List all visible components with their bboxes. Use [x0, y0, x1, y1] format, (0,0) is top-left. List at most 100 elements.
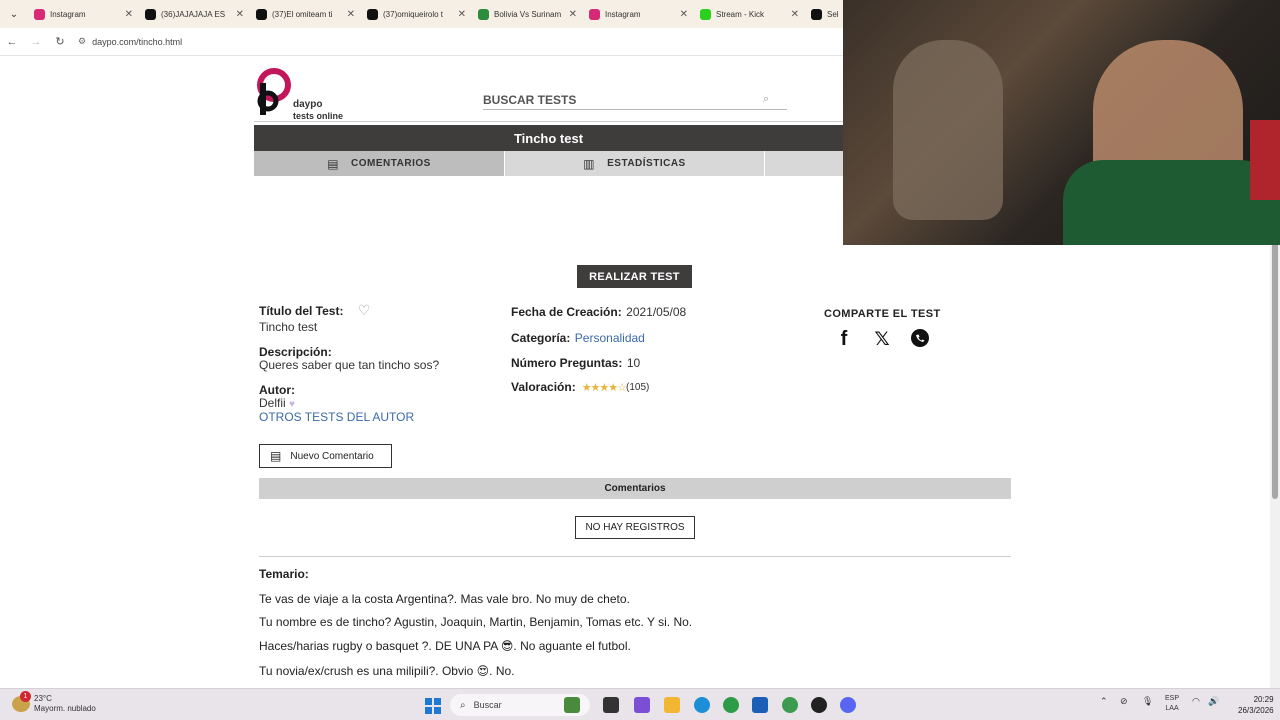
- taskbar-search-label: Buscar: [473, 700, 502, 710]
- close-tab-icon[interactable]: ✕: [791, 9, 799, 20]
- bar-chart-icon: ▥: [583, 156, 596, 171]
- weather-icon: 1: [12, 691, 31, 712]
- autor-label: Autor:: [259, 383, 295, 397]
- forward-arrow-icon[interactable]: →: [24, 36, 48, 48]
- terminal-icon[interactable]: [603, 697, 619, 713]
- clock[interactable]: 20:29 26/3/2026: [1238, 694, 1274, 716]
- language-indicator[interactable]: ESP LAA: [1165, 694, 1179, 714]
- daypo-logo[interactable]: daypo tests online: [257, 63, 377, 121]
- windows-start-icon[interactable]: [425, 698, 441, 714]
- page-title: Tincho test: [254, 125, 843, 151]
- titulo-value: Tincho test: [259, 320, 318, 334]
- edge-icon[interactable]: [694, 697, 710, 713]
- comment-icon: ▤: [327, 156, 340, 171]
- nuevo-comentario-button[interactable]: ▤ Nuevo Comentario: [259, 444, 392, 468]
- browser-tab[interactable]: Selec: [805, 0, 845, 28]
- reload-icon[interactable]: ↻: [48, 35, 72, 48]
- tab-favicon-icon: [256, 8, 267, 20]
- weather-widget[interactable]: 1 23°C Mayorm. nublado: [12, 691, 96, 714]
- tab-estadisticas[interactable]: ▥ ESTADÍSTICAS: [504, 151, 764, 176]
- browser-tab-label: Bolivia Vs Surinam: [494, 9, 562, 19]
- wifi-icon[interactable]: ◠: [1192, 696, 1200, 707]
- close-tab-icon[interactable]: ✕: [236, 9, 244, 20]
- browser-tab-label: Instagram: [605, 9, 641, 19]
- nuevo-comentario-label: Nuevo Comentario: [290, 450, 374, 462]
- tab-favicon-icon: [478, 8, 489, 20]
- whatsapp-glyph: [911, 329, 929, 347]
- weather-badge: 1: [20, 691, 31, 702]
- temario-question: Tu novia/ex/crush es una milipili?. Obvi…: [259, 664, 515, 678]
- browser-tab[interactable]: (37)El omiteam ti ✕: [250, 0, 361, 28]
- close-tab-icon[interactable]: ✕: [569, 9, 577, 20]
- file-explorer-icon[interactable]: [664, 697, 680, 713]
- tab-favicon-icon: [367, 8, 378, 20]
- tab-favicon-icon: [811, 8, 822, 20]
- no-registros-button[interactable]: NO HAY REGISTROS: [575, 516, 695, 539]
- otros-tests-link[interactable]: OTROS TESTS DEL AUTOR: [259, 410, 414, 424]
- comparte-label: COMPARTE EL TEST: [824, 308, 941, 320]
- back-arrow-icon[interactable]: ←: [0, 36, 24, 48]
- network-off-icon[interactable]: ⊘: [1120, 696, 1128, 707]
- titulo-label: Título del Test:: [259, 304, 344, 318]
- close-tab-icon[interactable]: ✕: [680, 9, 688, 20]
- browser-tab[interactable]: Instagram ✕: [583, 0, 694, 28]
- search-icon[interactable]: ⌕: [763, 93, 769, 106]
- autor-heart-icon: ♥: [289, 399, 295, 410]
- close-tab-icon[interactable]: ✕: [125, 9, 133, 20]
- browser-tab[interactable]: Bolivia Vs Surinam ✕: [472, 0, 583, 28]
- logo-text-daypo: daypo: [293, 99, 323, 110]
- url-text: daypo.com/tincho.html: [92, 36, 183, 47]
- preguntas-row: Número Preguntas: 10: [511, 354, 640, 372]
- x-twitter-icon[interactable]: 𝕏: [870, 328, 894, 351]
- valoracion-row: Valoración: ★★★★☆ (105): [511, 380, 649, 394]
- browser-tab[interactable]: Instagram ✕: [28, 0, 139, 28]
- fecha-row: Fecha de Creación: 2021/05/08: [511, 303, 686, 321]
- categoria-row: Categoría: Personalidad: [511, 329, 645, 347]
- heart-icon[interactable]: ♡: [358, 302, 371, 318]
- tab-estadisticas-label: ESTADÍSTICAS: [607, 158, 686, 169]
- volume-icon[interactable]: 🔊: [1208, 696, 1219, 707]
- widget-icon[interactable]: [564, 697, 580, 713]
- comment-icon: ▤: [270, 449, 282, 463]
- site-info-icon[interactable]: ⚙: [78, 36, 86, 47]
- facebook-icon[interactable]: f: [832, 328, 856, 351]
- browser-tab-label: (37)omiqueirolo t: [383, 9, 444, 19]
- webcam-overlay: [843, 0, 1280, 245]
- tab-more[interactable]: [764, 151, 843, 176]
- discord-icon[interactable]: [840, 697, 856, 713]
- close-tab-icon[interactable]: ✕: [347, 9, 355, 20]
- tab-favicon-icon: [34, 8, 45, 20]
- browser-tab[interactable]: Stream - Kick ✕: [694, 0, 805, 28]
- close-tab-icon[interactable]: ✕: [458, 9, 466, 20]
- tab-strip: Instagram ✕ (36)JAJAJAJA ES ✕ (37)El omiteam…: [28, 0, 845, 28]
- app-icon[interactable]: [811, 697, 827, 713]
- url-field[interactable]: ⚙ daypo.com/tincho.html: [78, 36, 182, 47]
- store-icon[interactable]: [752, 697, 768, 713]
- browser-tab[interactable]: (37)omiqueirolo t ✕: [361, 0, 472, 28]
- browser-tab-label: Stream - Kick: [716, 9, 765, 19]
- lang-secondary: LAA: [1165, 705, 1179, 712]
- weather-desc: Mayorm. nublado: [34, 704, 96, 713]
- webcam-person-left: [893, 40, 1003, 220]
- microphone-icon[interactable]: 🎙: [1142, 696, 1153, 707]
- browser-tab-label: Selec: [827, 9, 839, 19]
- clock-date: 26/3/2026: [1238, 706, 1274, 715]
- chrome-icon[interactable]: [723, 697, 739, 713]
- categoria-link[interactable]: Personalidad: [575, 331, 645, 345]
- webcam-shirt: [1063, 160, 1280, 245]
- temario-question: Te vas de viaje a la costa Argentina?. M…: [259, 592, 630, 606]
- descripcion-value: Queres saber que tan tincho sos?: [259, 358, 440, 372]
- browser-tab-label: (36)JAJAJAJA ES: [161, 9, 226, 19]
- realizar-test-button[interactable]: REALIZAR TEST: [577, 265, 692, 288]
- tab-search-chevron-icon[interactable]: ⌄: [0, 0, 28, 28]
- whatsapp-icon[interactable]: [908, 328, 932, 354]
- copilot-icon[interactable]: [634, 697, 650, 713]
- tab-comentarios[interactable]: ▤ COMENTARIOS: [254, 151, 504, 176]
- categoria-label: Categoría:: [511, 331, 571, 345]
- valoracion-label: Valoración:: [511, 380, 576, 394]
- browser-tab[interactable]: (36)JAJAJAJA ES ✕: [139, 0, 250, 28]
- weather-text: 23°C Mayorm. nublado: [34, 694, 96, 714]
- chevron-up-icon[interactable]: ⌃: [1100, 696, 1108, 707]
- chrome-profile-icon[interactable]: [782, 697, 798, 713]
- search-input[interactable]: [483, 92, 763, 107]
